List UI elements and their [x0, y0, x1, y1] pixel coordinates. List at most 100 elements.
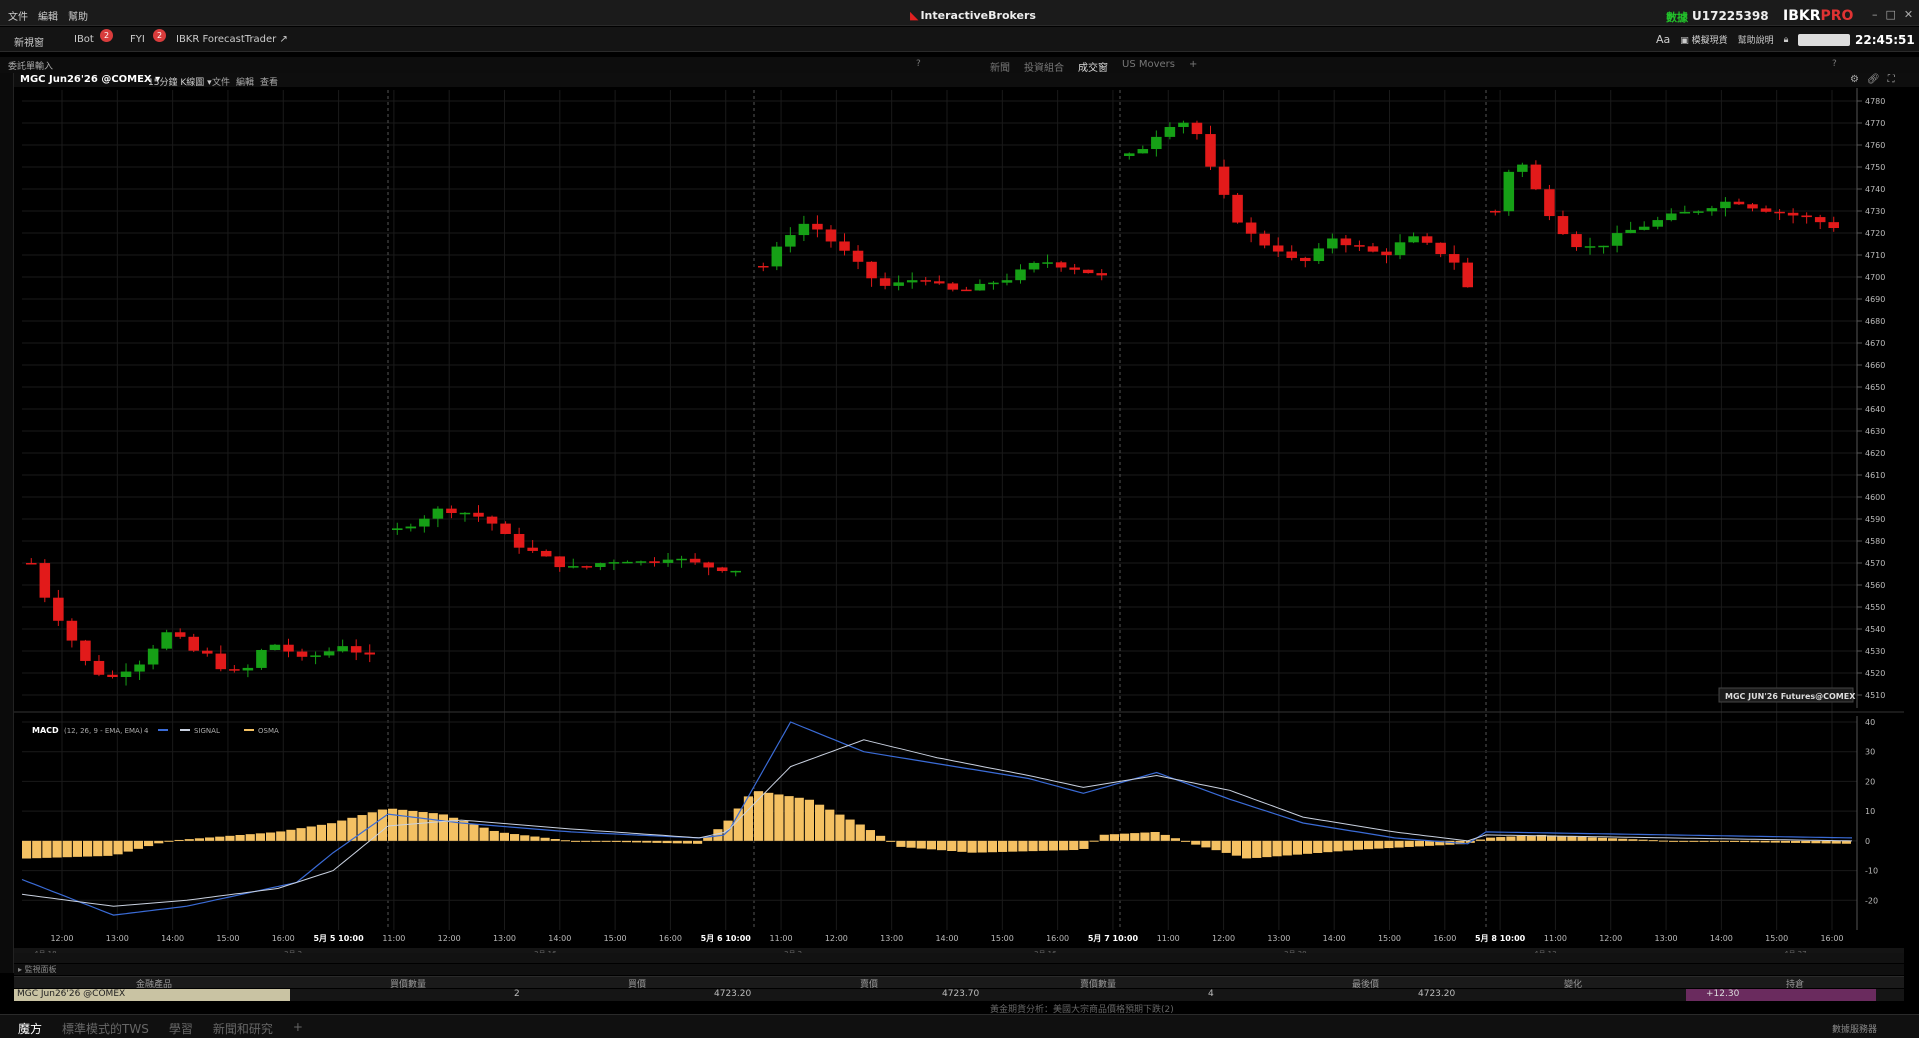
candle-body	[866, 261, 877, 279]
osma-bar	[1303, 840, 1313, 854]
gear-icon[interactable]: ⚙	[1850, 74, 1859, 85]
osma-bar	[83, 840, 93, 857]
osma-bar	[621, 840, 631, 843]
table-row[interactable]: MGC Jun26'26 @COMEX 2 4723.20 4723.70 4 …	[14, 989, 1904, 1001]
row-ask[interactable]: 4723.70	[942, 989, 979, 999]
time-tick-label: 14:00	[1710, 934, 1733, 943]
osma-bar	[1170, 838, 1180, 841]
osma-bar	[205, 837, 215, 841]
fyi-button[interactable]: FYI 2	[130, 29, 166, 45]
candle-body	[1462, 262, 1473, 288]
candle-body	[1693, 211, 1704, 213]
candle-body	[1137, 149, 1149, 154]
menu-file[interactable]: 文件	[8, 8, 28, 23]
row-symbol[interactable]: MGC Jun26'26 @COMEX	[14, 989, 290, 1001]
help-icon[interactable]: ?	[916, 59, 921, 69]
osma-bar	[1059, 840, 1069, 851]
price-chart[interactable]: 4510 4520 4530 4540 4550 4560 4570 4580 4590 4600…	[14, 88, 1904, 960]
ibkr-pro-logo: IBKRPRO	[1783, 8, 1853, 24]
osma-bar	[1079, 840, 1089, 849]
expand-icon[interactable]: ⛶	[1888, 74, 1895, 85]
menu-edit[interactable]: 編輯	[38, 8, 58, 23]
osma-bar	[581, 840, 591, 842]
time-tick-label: 13:00	[106, 934, 129, 943]
time-tick-label: 11:00	[770, 934, 793, 943]
osma-bar	[255, 833, 265, 841]
macd-tick-label: 40	[1865, 718, 1875, 727]
tab-learn[interactable]: 學習	[169, 1020, 193, 1037]
osma-bar	[896, 840, 906, 847]
row-bid[interactable]: 4723.20	[714, 989, 751, 999]
candle-body	[1801, 215, 1812, 218]
chart-title[interactable]: MGC Jun26'26 @COMEX ▾	[20, 74, 160, 85]
price-tick-label: 4700	[1865, 273, 1885, 282]
osma-bar	[1018, 840, 1028, 852]
time-tick-label: 13:00	[493, 934, 516, 943]
watchlist-title-bar: ▸ 監視面板	[14, 964, 1904, 975]
time-tick-label: 12:00	[1212, 934, 1235, 943]
osma-bar	[428, 813, 438, 841]
candle-body	[337, 646, 348, 652]
close-icon[interactable]: ✕	[1904, 8, 1913, 21]
osma-bar	[1486, 837, 1496, 841]
candle-body	[1340, 238, 1352, 246]
candle-body	[93, 660, 105, 675]
osma-bar	[1201, 840, 1211, 848]
brand-label: InteractiveBrokers	[920, 9, 1036, 22]
candle-body	[649, 561, 660, 563]
left-collapsed-panel[interactable]	[0, 73, 14, 973]
maximize-icon[interactable]: □	[1886, 8, 1896, 21]
chart-menu-edit[interactable]: 編輯	[236, 75, 254, 88]
watchlist-header: 金融產品 買價數量 買價 賣價 賣價數量 最後價 變化 持倉	[14, 976, 1904, 990]
link-icon[interactable]: 🔗︎	[1867, 74, 1880, 85]
chart-menu-view[interactable]: 查看	[260, 75, 278, 88]
candle-body	[107, 674, 118, 678]
osma-bar	[1821, 840, 1831, 844]
time-tick-label: 5月 5 10:00	[313, 934, 364, 943]
price-tick-label: 4610	[1865, 471, 1885, 480]
horizontal-scrollbar[interactable]	[14, 953, 1904, 963]
chart-menu-file[interactable]: 文件	[212, 75, 230, 88]
ibot-label: IBot	[74, 34, 94, 45]
osma-bar	[42, 840, 52, 858]
watchlist-label: 監視面板	[24, 965, 57, 974]
add-layout-button[interactable]: +	[293, 1020, 303, 1037]
tab-mosaic[interactable]: 魔方	[18, 1020, 42, 1037]
candle-body	[662, 559, 674, 563]
minimize-icon[interactable]: –	[1872, 8, 1878, 21]
candle-body	[174, 632, 186, 637]
ibot-button[interactable]: IBot 2	[74, 29, 113, 45]
osma-bar	[245, 834, 255, 841]
osma-bar	[764, 792, 774, 841]
osma-bar	[337, 820, 347, 841]
font-size-button[interactable]: Aa	[1656, 33, 1670, 46]
realtime-button[interactable]: ▣ 模擬現貨	[1680, 33, 1727, 46]
lock-icon[interactable]: 🔒︎	[1784, 35, 1789, 45]
tab-news-research[interactable]: 新聞和研究	[213, 1020, 273, 1037]
timeframe-label: 15分鐘 K線圖	[148, 78, 205, 88]
tab-classic-tws[interactable]: 標準模式的TWS	[62, 1020, 149, 1037]
search-input[interactable]	[1798, 33, 1851, 46]
help-button[interactable]: 幫助說明	[1738, 33, 1774, 46]
osma-bar	[937, 840, 947, 851]
osma-bar	[1150, 831, 1160, 841]
order-entry-label[interactable]: 委託單輸入	[8, 59, 53, 72]
forecast-trader-button[interactable]: IBKR ForecastTrader ↗	[176, 34, 288, 45]
time-tick-label: 5月 8 10:00	[1475, 934, 1526, 943]
account-number[interactable]: U17225398	[1692, 9, 1769, 23]
candle-body	[459, 512, 471, 515]
osma-bar	[571, 840, 581, 842]
toolbar-right-group: Aa ▣ 模擬現貨 幫助說明 🔒︎	[1656, 33, 1851, 46]
osma-bar	[174, 839, 184, 841]
osma-bar	[987, 840, 997, 853]
osma-bar	[1730, 840, 1740, 842]
candle-body	[1666, 213, 1677, 221]
contract-tag[interactable]: MGC JUN'26 Futures@COMEX	[1718, 687, 1856, 703]
menu-help[interactable]: 幫助	[68, 8, 88, 23]
timeframe-select[interactable]: 15分鐘 K線圖 ▾	[148, 75, 212, 88]
candle-body	[1625, 229, 1636, 234]
help-icon-right[interactable]: ?	[1832, 59, 1837, 69]
new-window-button[interactable]: 新視窗	[14, 34, 44, 49]
candle-body	[1151, 136, 1162, 150]
candle-body	[988, 282, 999, 285]
